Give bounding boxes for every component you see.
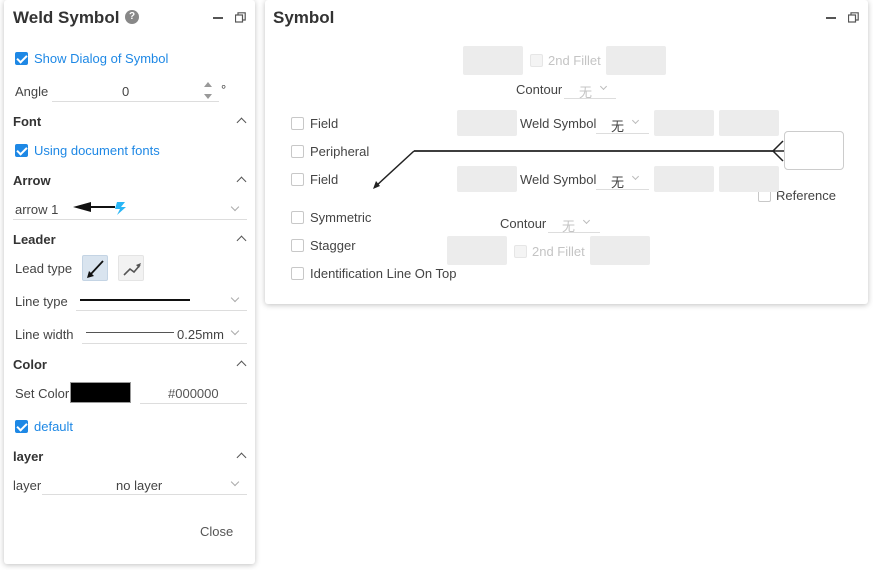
lower-weld-dropdown-icon <box>631 172 640 181</box>
symmetric-checkbox[interactable] <box>291 211 304 224</box>
bottom-second-fillet-label: 2nd Fillet <box>532 244 585 259</box>
symbol-panel: Symbol 2nd Fillet Contour 无 Field Periph… <box>265 0 868 304</box>
color-swatch[interactable] <box>70 382 131 403</box>
id-line-on-top-label: Identification Line On Top <box>310 266 457 281</box>
default-color-label: default <box>34 419 74 434</box>
color-section-title: Color <box>13 357 47 372</box>
layer-collapse-icon[interactable] <box>236 452 247 463</box>
bottom-fillet-right-box[interactable] <box>590 236 650 265</box>
top-fillet-left-box[interactable] <box>463 46 523 75</box>
arrow-dropdown-icon <box>230 202 240 212</box>
line-width-preview <box>86 332 174 333</box>
bottom-contour-dropdown-icon <box>582 216 591 225</box>
layer-dropdown-icon <box>230 477 240 487</box>
lower-left-box[interactable] <box>457 166 517 192</box>
line-type-preview <box>80 299 190 301</box>
lead-type-polyline-button[interactable] <box>118 255 144 281</box>
lower-weld-symbol-label: Weld Symbol <box>520 172 597 187</box>
lead-type-label: Lead type <box>15 261 73 276</box>
bottom-contour-label: Contour <box>500 216 547 231</box>
show-dialog-checkbox[interactable] <box>15 52 28 65</box>
close-button[interactable]: Close <box>200 524 233 539</box>
color-collapse-icon[interactable] <box>236 360 247 371</box>
leader-line <box>375 150 415 187</box>
set-color-label: Set Color <box>15 386 70 401</box>
field-bottom-checkbox[interactable] <box>291 173 304 186</box>
reference-label: Reference <box>776 188 836 203</box>
angle-decrement-icon[interactable] <box>204 94 212 99</box>
line-type-dropdown-icon <box>230 293 240 303</box>
angle-label: Angle <box>15 84 49 99</box>
color-hex-input[interactable]: #000000 <box>140 382 247 404</box>
lower-weld-symbol-value: 无 <box>611 175 625 190</box>
angle-value: 0 <box>122 84 130 99</box>
lower-weld-symbol-select[interactable]: 无 <box>596 168 649 190</box>
bottom-fillet-left-box[interactable] <box>447 236 507 265</box>
lower-middle-box[interactable] <box>654 166 714 192</box>
line-width-dropdown-icon <box>230 326 240 336</box>
stagger-label: Stagger <box>310 238 356 253</box>
id-line-on-top-checkbox[interactable] <box>291 267 304 280</box>
angle-increment-icon[interactable] <box>204 82 212 87</box>
leader-section-title: Leader <box>13 232 56 247</box>
layer-select[interactable]: no layer <box>42 474 247 495</box>
top-fillet-right-box[interactable] <box>606 46 666 75</box>
top-contour-select[interactable]: 无 <box>564 79 616 100</box>
bottom-second-fillet-checkbox[interactable] <box>514 245 527 258</box>
weld-symbol-panel: Weld Symbol ? Show Dialog of Symbol Angl… <box>4 0 255 564</box>
leader-collapse-icon[interactable] <box>236 235 247 246</box>
help-icon[interactable]: ? <box>125 10 139 24</box>
peripheral-label: Peripheral <box>310 144 370 159</box>
using-doc-fonts-checkbox[interactable] <box>15 144 28 157</box>
line-type-select[interactable] <box>76 290 247 311</box>
top-contour-label: Contour <box>516 82 563 97</box>
layer-label: layer <box>13 478 42 493</box>
stagger-checkbox[interactable] <box>291 239 304 252</box>
layer-value: no layer <box>116 478 163 493</box>
symbol-restore-icon[interactable] <box>847 11 859 23</box>
using-doc-fonts-label: Using document fonts <box>34 143 160 158</box>
symbol-panel-title: Symbol <box>273 8 335 27</box>
symmetric-label: Symmetric <box>310 210 372 225</box>
lightning-icon <box>115 202 126 215</box>
default-color-checkbox[interactable] <box>15 420 28 433</box>
restore-icon[interactable] <box>234 11 246 23</box>
lower-right-box[interactable] <box>719 166 779 192</box>
panel-title: Weld Symbol <box>13 8 120 27</box>
top-contour-dropdown-icon <box>599 82 608 91</box>
layer-section-title: layer <box>13 449 44 464</box>
angle-unit: ° <box>221 82 227 97</box>
color-hex-value: #000000 <box>168 386 219 401</box>
arrow-preview-icon <box>73 202 126 215</box>
leader-arrowhead <box>373 181 380 189</box>
straight-leader-icon <box>87 260 104 278</box>
arrow-collapse-icon[interactable] <box>236 176 247 187</box>
polyline-leader-icon <box>123 263 141 276</box>
upper-weld-dropdown-icon <box>631 116 640 125</box>
field-top-label: Field <box>310 116 339 131</box>
top-contour-value: 无 <box>579 85 593 100</box>
arrow-section-title: Arrow <box>13 173 51 188</box>
line-type-label: Line type <box>15 294 68 309</box>
show-dialog-label: Show Dialog of Symbol <box>34 51 169 66</box>
line-width-value: 0.25mm <box>177 327 224 342</box>
peripheral-checkbox[interactable] <box>291 145 304 158</box>
arrow-select[interactable]: arrow 1 <box>13 199 247 220</box>
top-second-fillet-checkbox[interactable] <box>530 54 543 67</box>
field-bottom-label: Field <box>310 172 339 187</box>
font-section-title: Font <box>13 114 42 129</box>
reference-box[interactable] <box>784 131 844 170</box>
arrow-value: arrow 1 <box>15 202 59 217</box>
minimize-icon[interactable] <box>213 17 223 19</box>
symbol-minimize-icon[interactable] <box>826 17 836 19</box>
field-top-checkbox[interactable] <box>291 117 304 130</box>
bottom-contour-select[interactable]: 无 <box>548 213 600 234</box>
angle-input[interactable]: 0 <box>52 80 219 102</box>
bottom-contour-value: 无 <box>562 219 576 234</box>
line-width-label: Line width <box>15 327 74 342</box>
top-second-fillet-label: 2nd Fillet <box>548 53 601 68</box>
line-width-select[interactable]: 0.25mm <box>82 323 247 344</box>
font-collapse-icon[interactable] <box>236 117 247 128</box>
lead-type-straight-button[interactable] <box>82 255 108 281</box>
